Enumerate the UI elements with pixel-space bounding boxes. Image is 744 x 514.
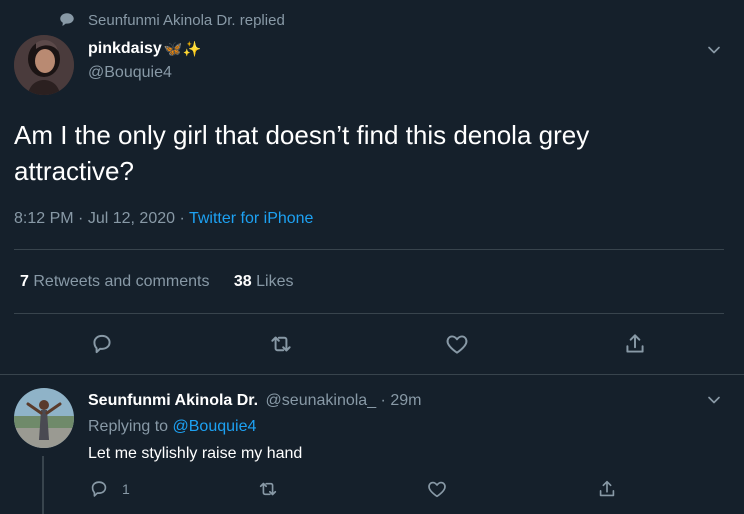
- retweet-icon: [259, 482, 277, 496]
- reply-context: Seunfunmi Akinola Dr. replied: [58, 9, 285, 31]
- replying-to: Replying to @Bouquie4: [88, 418, 257, 435]
- tweet-date[interactable]: Jul 12, 2020: [88, 210, 175, 227]
- divider: [14, 313, 724, 314]
- reply-menu-chevron[interactable]: [704, 390, 724, 410]
- reply-count: 1: [122, 481, 130, 497]
- reply-icon: [91, 481, 107, 497]
- divider: [14, 249, 724, 250]
- user-handle[interactable]: @Bouquie4: [88, 62, 201, 84]
- reply-avatar[interactable]: [14, 388, 74, 448]
- reply-retweet-button[interactable]: [256, 478, 280, 500]
- main-tweet-author[interactable]: pinkdaisy 🦋✨ @Bouquie4: [88, 38, 201, 84]
- likes-stat[interactable]: 38 Likes: [234, 273, 294, 290]
- retweet-button[interactable]: [267, 331, 295, 357]
- chevron-down-icon: [708, 396, 720, 404]
- replying-to-handle[interactable]: @Bouquie4: [173, 418, 257, 435]
- reply-handle[interactable]: @seunakinola_: [266, 392, 377, 409]
- like-icon: [428, 481, 446, 498]
- tweet-meta: 8:12 PM · Jul 12, 2020 · Twitter for iPh…: [14, 210, 314, 227]
- like-icon: [446, 335, 468, 354]
- divider: [0, 374, 744, 375]
- chat-bubble-icon: [60, 13, 74, 26]
- reply-icon: [93, 334, 111, 354]
- reply-text: Let me stylishly raise my hand: [88, 445, 303, 462]
- thread-line: [42, 456, 44, 514]
- reply-share-button[interactable]: [596, 478, 618, 500]
- name-emojis: 🦋✨: [163, 41, 202, 58]
- tweet-time[interactable]: 8:12 PM: [14, 210, 74, 227]
- share-icon: [599, 480, 615, 497]
- reply-like-button[interactable]: [426, 478, 448, 500]
- reply-header: Seunfunmi Akinola Dr. @seunakinola_ · 29…: [88, 392, 422, 409]
- tweet-menu-chevron[interactable]: [704, 40, 724, 60]
- reply-context-text: Seunfunmi Akinola Dr. replied: [88, 11, 285, 29]
- tweet-stats: 7 Retweets and comments 38 Likes: [20, 271, 294, 293]
- retweet-icon: [271, 336, 291, 352]
- share-button[interactable]: [622, 331, 648, 357]
- reply-time[interactable]: 29m: [390, 392, 421, 409]
- retweets-stat[interactable]: 7 Retweets and comments: [20, 273, 214, 290]
- chevron-down-icon: [708, 46, 720, 54]
- like-button[interactable]: [444, 331, 470, 357]
- share-icon: [626, 334, 644, 353]
- display-name[interactable]: pinkdaisy: [88, 40, 162, 58]
- tweet-source[interactable]: Twitter for iPhone: [189, 210, 314, 227]
- tweet-text: Am I the only girl that doesn’t find thi…: [14, 120, 590, 186]
- main-tweet-avatar[interactable]: [14, 35, 74, 95]
- reply-reply-button[interactable]: 1: [88, 478, 130, 500]
- reply-display-name[interactable]: Seunfunmi Akinola Dr.: [88, 392, 258, 409]
- reply-button[interactable]: [89, 331, 115, 357]
